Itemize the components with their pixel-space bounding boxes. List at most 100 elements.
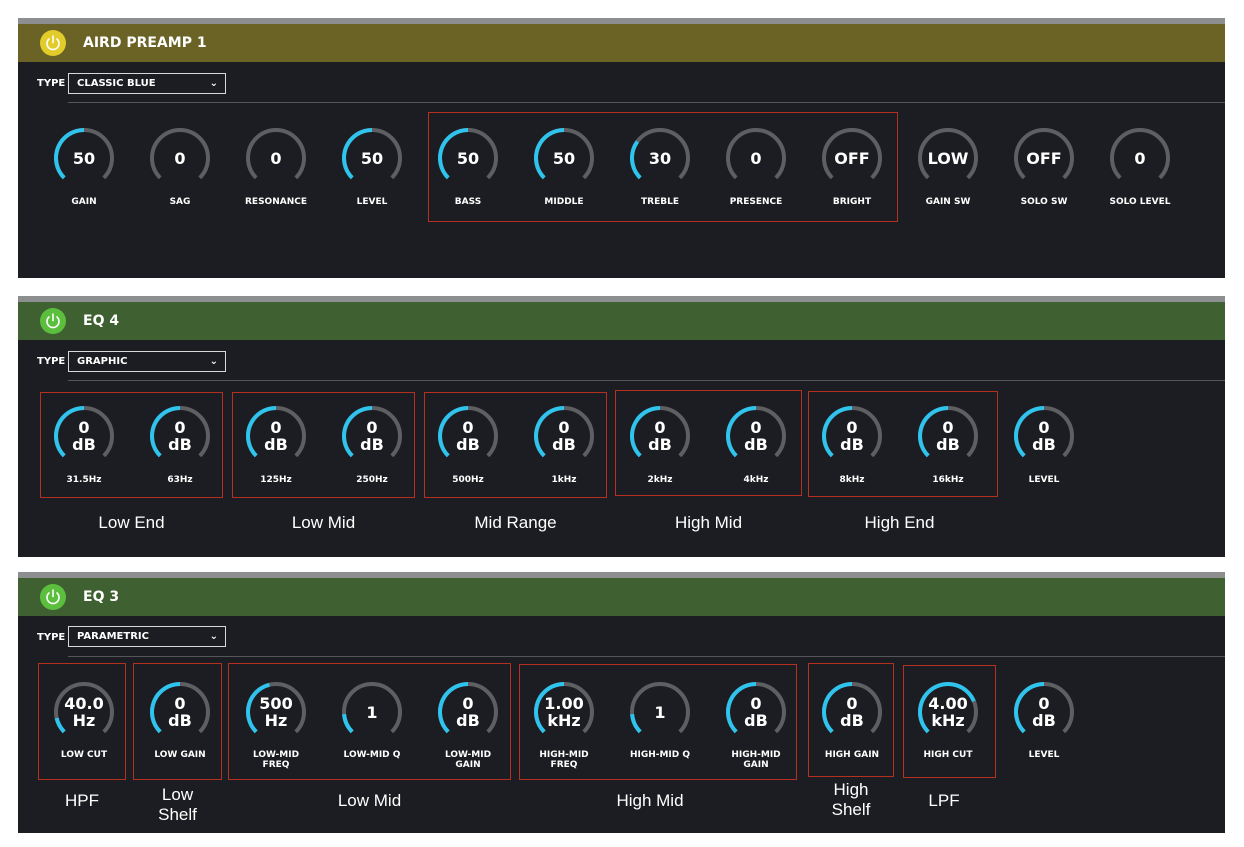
divider xyxy=(68,102,1225,103)
type-select-value: GRAPHIC xyxy=(77,356,128,367)
knob-2khz[interactable]: 0 dB xyxy=(628,404,692,468)
divider xyxy=(68,656,1225,657)
knob-label: LOW-MID Q xyxy=(343,750,401,760)
group-label: Low Mid xyxy=(291,513,356,532)
knob-low-mid-freq[interactable]: 500 Hz xyxy=(244,680,308,744)
knob-solo-level[interactable]: 0 xyxy=(1108,126,1172,190)
knob-label: RESONANCE xyxy=(245,197,307,207)
knob-value: 0 xyxy=(750,148,762,168)
knob-level[interactable]: 0 dB xyxy=(1012,680,1076,744)
group-label: Low End xyxy=(98,513,165,532)
knob-high-mid-gain[interactable]: 0 dB xyxy=(724,680,788,744)
knob-label: GAIN SW xyxy=(925,197,971,207)
knob-bright[interactable]: OFF xyxy=(820,126,884,190)
panel-title: AIRD PREAMP 1 xyxy=(83,35,207,51)
knob-low-cut[interactable]: 40.0 Hz xyxy=(52,680,116,744)
preamp-panel: AIRD PREAMP 1 TYPE CLASSIC BLUE ⌄ 50 GAI… xyxy=(18,18,1225,278)
knob-high-mid-q[interactable]: 1 xyxy=(628,680,692,744)
knob-value: 1 xyxy=(366,702,378,722)
knob-presence[interactable]: 0 xyxy=(724,126,788,190)
knob-label: LEVEL xyxy=(1028,475,1060,485)
power-icon[interactable] xyxy=(40,308,66,334)
knob-label: GAIN xyxy=(71,197,97,207)
knob-label: HIGH GAIN xyxy=(824,750,880,760)
group-label: High Shelf xyxy=(831,780,871,819)
group-label: Low Shelf xyxy=(158,785,197,824)
group-label: LPF xyxy=(928,791,960,810)
knob-label: HIGH-MID FREQ xyxy=(539,750,589,770)
knob-label: HIGH CUT xyxy=(923,750,973,760)
panel-header: EQ 3 xyxy=(18,578,1225,616)
knob-solo-sw[interactable]: OFF xyxy=(1012,126,1076,190)
knob-value: 0 dB xyxy=(168,694,192,730)
type-label: TYPE xyxy=(37,78,66,89)
knob-low-gain[interactable]: 0 dB xyxy=(148,680,212,744)
knob-gain-sw[interactable]: LOW xyxy=(916,126,980,190)
type-label: TYPE xyxy=(37,356,66,367)
knob-label: LEVEL xyxy=(356,197,388,207)
knob-label: 8kHz xyxy=(839,475,865,485)
knob-label: 500Hz xyxy=(452,475,484,485)
knob-value: 40.0 Hz xyxy=(64,694,104,730)
type-select-value: PARAMETRIC xyxy=(77,631,149,642)
knob-value: 50 xyxy=(360,148,384,168)
knob-250hz[interactable]: 0 dB xyxy=(340,404,404,468)
type-label: TYPE xyxy=(37,632,66,643)
knob-value: 0 xyxy=(270,148,282,168)
knob-low-mid-q[interactable]: 1 xyxy=(340,680,404,744)
type-select[interactable]: GRAPHIC ⌄ xyxy=(68,351,226,372)
panel-title: EQ 4 xyxy=(83,313,120,329)
knob-high-gain[interactable]: 0 dB xyxy=(820,680,884,744)
chevron-down-icon: ⌄ xyxy=(209,631,218,642)
group-label: Mid Range xyxy=(474,513,557,532)
power-icon[interactable] xyxy=(40,30,66,56)
knob-level[interactable]: 50 xyxy=(340,126,404,190)
knob-4khz[interactable]: 0 dB xyxy=(724,404,788,468)
knob-treble[interactable]: 30 xyxy=(628,126,692,190)
knob-value: 0 dB xyxy=(72,418,96,454)
knob-label: 16kHz xyxy=(932,475,964,485)
type-select[interactable]: PARAMETRIC ⌄ xyxy=(68,626,226,647)
knob-63hz[interactable]: 0 dB xyxy=(148,404,212,468)
knob-value: 0 dB xyxy=(648,418,672,454)
knob-value: OFF xyxy=(834,148,870,168)
group-label: High Mid xyxy=(616,791,684,810)
knob-value: 500 Hz xyxy=(259,694,293,730)
knob-label: HIGH-MID Q xyxy=(629,750,691,760)
knob-16khz[interactable]: 0 dB xyxy=(916,404,980,468)
knob-value: 0 dB xyxy=(1032,418,1056,454)
knob-value: 0 dB xyxy=(840,694,864,730)
knob-label: LOW-MID FREQ xyxy=(252,750,300,770)
knob-middle[interactable]: 50 xyxy=(532,126,596,190)
knob-high-mid-freq[interactable]: 1.00 kHz xyxy=(532,680,596,744)
knob-bass[interactable]: 50 xyxy=(436,126,500,190)
power-icon[interactable] xyxy=(40,584,66,610)
knob-label: 2kHz xyxy=(647,475,673,485)
knob-1khz[interactable]: 0 dB xyxy=(532,404,596,468)
knob-label: BRIGHT xyxy=(832,197,872,207)
type-select[interactable]: CLASSIC BLUE ⌄ xyxy=(68,73,226,94)
knob-value: 0 dB xyxy=(1032,694,1056,730)
knob-125hz[interactable]: 0 dB xyxy=(244,404,308,468)
knob-level[interactable]: 0 dB xyxy=(1012,404,1076,468)
knob-resonance[interactable]: 0 xyxy=(244,126,308,190)
knob-label: LEVEL xyxy=(1028,750,1060,760)
knob-500hz[interactable]: 0 dB xyxy=(436,404,500,468)
knob-label: TREBLE xyxy=(641,197,679,207)
knob-value: LOW xyxy=(927,148,969,168)
group-label: HPF xyxy=(65,791,99,810)
group-label: High End xyxy=(864,513,935,532)
knob-8khz[interactable]: 0 dB xyxy=(820,404,884,468)
group-label: Low Mid xyxy=(337,791,402,810)
knob-label: LOW GAIN xyxy=(154,750,206,760)
knob-value: 0 dB xyxy=(936,418,960,454)
knob-sag[interactable]: 0 xyxy=(148,126,212,190)
knob-label: LOW CUT xyxy=(60,750,108,760)
knob-label: 250Hz xyxy=(356,475,388,485)
knob-high-cut[interactable]: 4.00 kHz xyxy=(916,680,980,744)
knob-31-5hz[interactable]: 0 dB xyxy=(52,404,116,468)
knob-value: 1.00 kHz xyxy=(544,694,584,730)
knob-gain[interactable]: 50 xyxy=(52,126,116,190)
knob-value: 1 xyxy=(654,702,666,722)
knob-low-mid-gain[interactable]: 0 dB xyxy=(436,680,500,744)
